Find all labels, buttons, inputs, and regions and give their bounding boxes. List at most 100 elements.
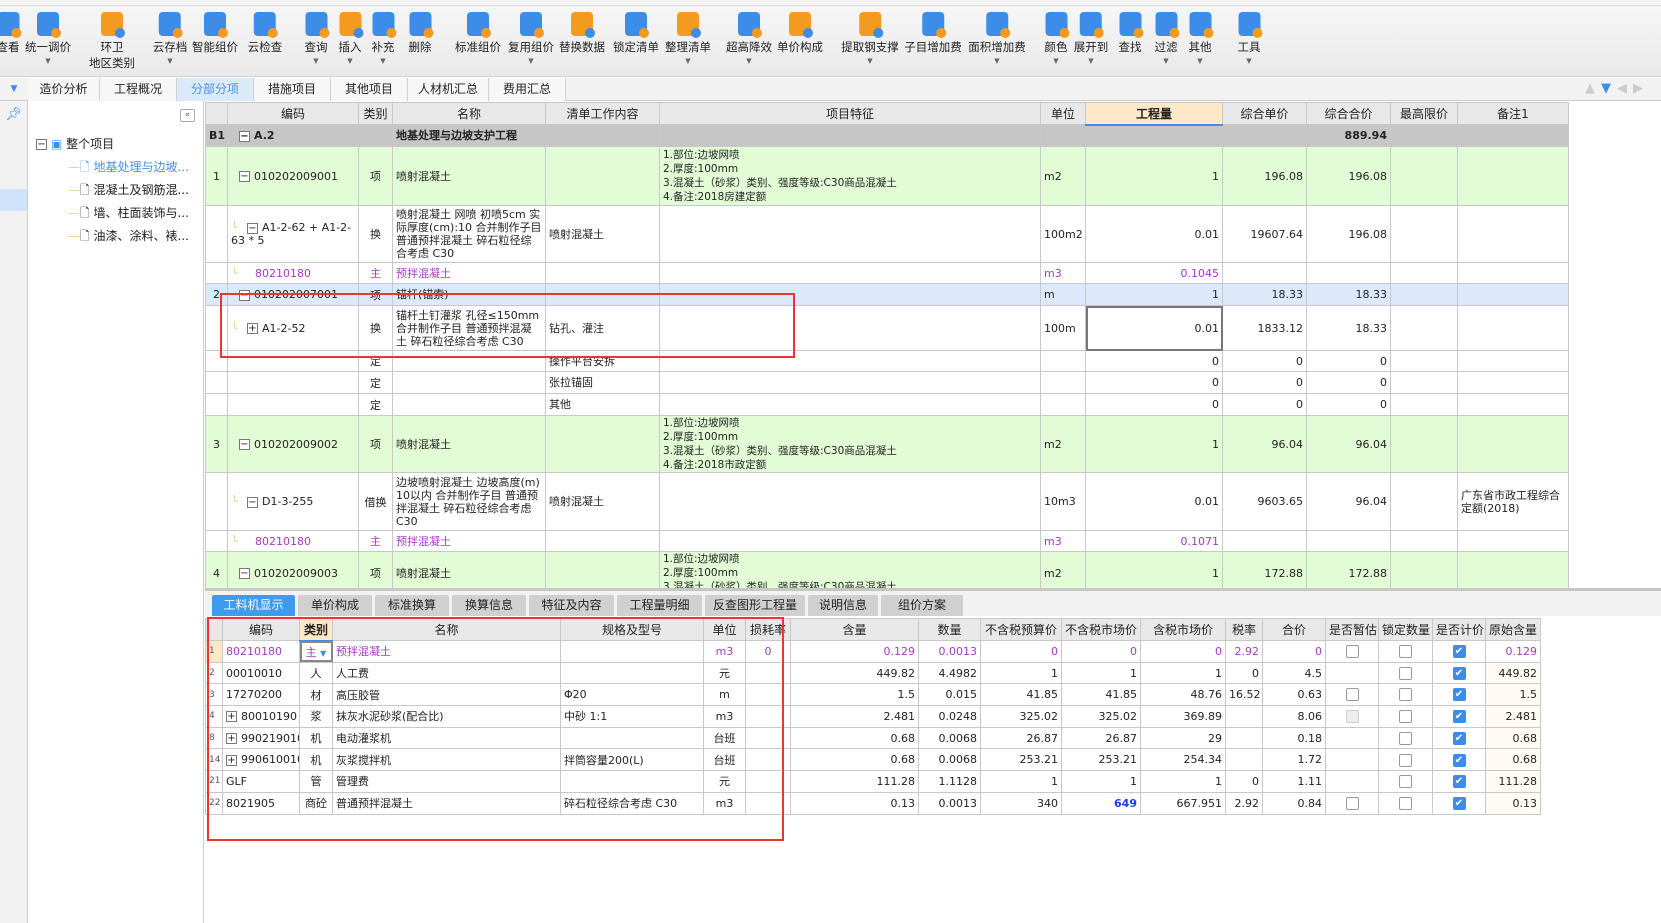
- cell[interactable]: 3: [205, 683, 223, 707]
- cell[interactable]: 4.4982: [918, 661, 981, 685]
- cell[interactable]: [1457, 283, 1569, 306]
- cell[interactable]: 1.部位:边坡网喷 2.厚度:100mm 3.混凝土（砂浆）类别、强度等级:C3…: [659, 415, 1041, 473]
- cell[interactable]: [745, 770, 791, 793]
- cell[interactable]: [1378, 640, 1433, 663]
- detail-tab-7[interactable]: 说明信息: [808, 595, 878, 616]
- cell[interactable]: [745, 726, 791, 750]
- cell[interactable]: 00010010: [222, 661, 300, 685]
- cell[interactable]: 1: [1085, 146, 1223, 206]
- cell[interactable]: 18.33: [1222, 283, 1307, 306]
- cell[interactable]: +990610010: [222, 748, 300, 772]
- cell[interactable]: [205, 262, 228, 284]
- cell[interactable]: 1: [1085, 283, 1223, 306]
- cell[interactable]: 0: [1306, 371, 1391, 394]
- cell[interactable]: 0.68: [790, 748, 919, 772]
- collapse-icon[interactable]: −: [239, 439, 250, 450]
- cell[interactable]: 0.84: [1262, 791, 1326, 815]
- cell[interactable]: 台班: [703, 726, 746, 750]
- column-header[interactable]: 不含税预算价: [980, 618, 1062, 641]
- dropdown-caret-icon[interactable]: ▼: [25, 57, 71, 65]
- dropdown-caret-icon[interactable]: ▼: [1045, 57, 1068, 65]
- cell[interactable]: 锚杆(锚索): [392, 283, 546, 306]
- cell[interactable]: 2: [205, 283, 228, 306]
- cell[interactable]: 预拌混凝土: [332, 640, 561, 663]
- cell[interactable]: 定: [358, 393, 393, 416]
- cell[interactable]: m3: [703, 705, 746, 728]
- cell[interactable]: [745, 705, 791, 728]
- provisional-checkbox[interactable]: [1345, 710, 1359, 724]
- cell[interactable]: [1390, 371, 1458, 394]
- table-row[interactable]: 1 80210180 主 ▼ 预拌混凝土 m3 0 0.129 0.0013 0 0 0 2.92 0 ✔…: [205, 640, 1541, 663]
- cell[interactable]: 1: [980, 770, 1062, 793]
- cell[interactable]: 10m3: [1040, 472, 1086, 531]
- toolbar-button-21[interactable]: 展开到 ▼: [1074, 12, 1108, 65]
- column-header[interactable]: 工程量: [1085, 102, 1223, 126]
- cell[interactable]: [560, 770, 704, 793]
- cell[interactable]: 3: [205, 415, 228, 473]
- cell[interactable]: [1457, 205, 1569, 263]
- collapse-icon[interactable]: −: [36, 139, 47, 150]
- cell[interactable]: 1: [980, 661, 1062, 685]
- cell[interactable]: 2: [205, 661, 223, 685]
- column-header[interactable]: 名称: [332, 618, 561, 641]
- tree-item[interactable]: —🗋︎ 墙、柱面装饰与...: [68, 204, 189, 225]
- cell[interactable]: 22: [205, 791, 223, 815]
- cell[interactable]: +80010190: [222, 705, 300, 728]
- cell[interactable]: 0.68: [790, 726, 919, 750]
- cell[interactable]: 0: [1222, 350, 1307, 372]
- cell[interactable]: 项: [358, 146, 393, 206]
- collapse-icon[interactable]: −: [247, 222, 258, 234]
- right-arrow-icon[interactable]: ▶: [1633, 81, 1649, 96]
- cell[interactable]: 机: [299, 726, 333, 750]
- column-header[interactable]: 单位: [1040, 102, 1086, 125]
- cell[interactable]: [1390, 530, 1458, 552]
- column-header[interactable]: 规格及型号: [560, 618, 704, 641]
- column-header[interactable]: 是否暂估: [1325, 618, 1379, 641]
- cell[interactable]: 0.1045: [1085, 262, 1223, 284]
- cell[interactable]: [1390, 393, 1458, 416]
- tree-item[interactable]: —🗋︎ 地基处理与边坡...: [68, 158, 189, 179]
- cell[interactable]: └ + A1-2-52: [227, 305, 359, 351]
- table-row[interactable]: 8 +990219010 机电动灌浆机 台班 0.68 0.0068 26.87 26.87 2…: [205, 726, 1541, 750]
- cell[interactable]: 196.08: [1306, 205, 1391, 263]
- dropdown-caret-icon[interactable]: ▼: [1238, 57, 1261, 65]
- include-price-checkbox[interactable]: ✔: [1452, 710, 1466, 724]
- cell[interactable]: [1390, 472, 1458, 531]
- detail-tab-0[interactable]: 工料机显示: [212, 595, 295, 616]
- cell[interactable]: 喷射混凝土: [545, 205, 660, 263]
- cell[interactable]: 主: [358, 530, 393, 552]
- toolbar-button-9[interactable]: 删除: [409, 12, 433, 55]
- cell[interactable]: 主: [358, 262, 393, 284]
- cell[interactable]: 0.129: [790, 640, 919, 663]
- cell[interactable]: [1457, 415, 1569, 473]
- toolbar-button-19[interactable]: 面积增加费 ▼: [968, 12, 1026, 65]
- toolbar-button-8[interactable]: 补充 ▼: [372, 12, 396, 65]
- cell[interactable]: 钻孔、灌注: [545, 305, 660, 351]
- cell[interactable]: 325.02: [1061, 705, 1141, 728]
- cell[interactable]: 0.015: [918, 683, 981, 707]
- cell[interactable]: 浆: [299, 705, 333, 728]
- cell[interactable]: 管理费: [332, 770, 561, 793]
- provisional-checkbox[interactable]: [1345, 645, 1359, 659]
- cell[interactable]: [1378, 770, 1433, 793]
- detail-tab-5[interactable]: 工程量明细: [617, 595, 702, 616]
- column-header[interactable]: 税率: [1225, 618, 1263, 641]
- cell[interactable]: 1.1128: [918, 770, 981, 793]
- collapse-icon[interactable]: −: [239, 289, 250, 301]
- collapse-icon[interactable]: −: [247, 496, 258, 508]
- cell[interactable]: 项: [358, 415, 393, 473]
- cell[interactable]: 0: [1140, 640, 1226, 663]
- cell[interactable]: 0: [1085, 350, 1223, 372]
- cell[interactable]: 借换: [358, 472, 393, 531]
- cell[interactable]: 预拌混凝土: [392, 262, 546, 284]
- tree-root[interactable]: − ▣ 整个项目: [36, 135, 114, 152]
- cell[interactable]: 换: [358, 205, 393, 263]
- cell[interactable]: [1325, 726, 1379, 750]
- toolbar-button-10[interactable]: 标准组价: [455, 12, 501, 55]
- cell[interactable]: 0: [1085, 371, 1223, 394]
- cell[interactable]: 碎石粒径综合考虑 C30: [560, 791, 704, 815]
- table-row[interactable]: 4 +80010190 浆抹灰水泥砂浆(配合比) 中砂 1:1 m3 2.481 0.024…: [205, 705, 1541, 728]
- cell[interactable]: 0.13: [790, 791, 919, 815]
- cell[interactable]: [1390, 350, 1458, 372]
- cell[interactable]: 0.0248: [918, 705, 981, 728]
